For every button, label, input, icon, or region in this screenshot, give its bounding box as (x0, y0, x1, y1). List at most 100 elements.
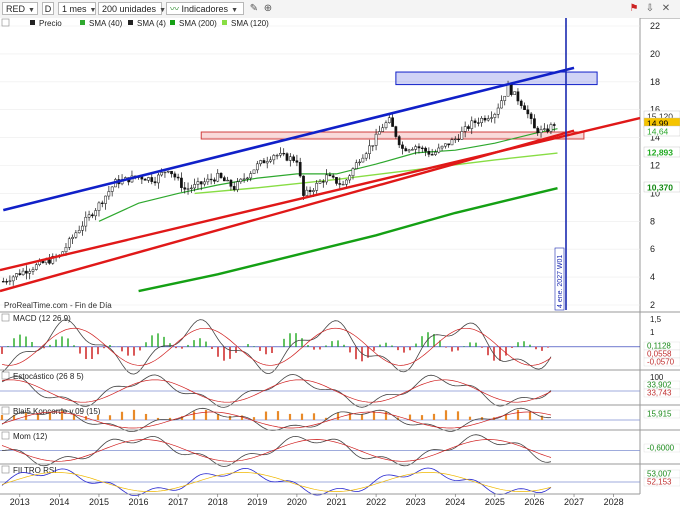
candle-body (503, 95, 507, 101)
price-badge-label: 12,893 (647, 148, 673, 158)
candle-body (509, 84, 513, 95)
candle-body (308, 189, 312, 193)
chevron-down-icon: ▼ (231, 7, 238, 14)
candle-body (166, 170, 170, 173)
panel-title: Mom (12) (13, 432, 48, 441)
candle-body (48, 259, 51, 264)
candle-body (170, 170, 173, 175)
candle-body (77, 230, 81, 234)
candle-body (269, 159, 272, 162)
candle-body (288, 156, 292, 161)
candle-body (150, 177, 154, 182)
candle-body (483, 117, 487, 121)
candle-body (64, 247, 68, 253)
candle-body (226, 179, 229, 182)
candle-body (31, 269, 35, 272)
candle-body (351, 168, 355, 177)
candle-body (28, 271, 32, 274)
indicators-icon: 〰 (170, 4, 180, 14)
candle-body (209, 178, 213, 181)
mode-toggle[interactable]: D (42, 2, 54, 15)
candle-body (91, 214, 94, 217)
candle-body (536, 127, 540, 133)
candle-body (467, 126, 470, 129)
candle-body (262, 160, 266, 164)
price-badge-label: 10,370 (647, 183, 673, 193)
candle-body (516, 91, 520, 102)
time-tick-label: 2015 (89, 497, 109, 506)
price-tick-label: 18 (650, 77, 660, 87)
candle-body (387, 117, 391, 123)
candle-body (67, 238, 71, 248)
candle-body (523, 105, 526, 111)
candle-body (246, 177, 249, 180)
symbol-select[interactable]: RED ▼ (2, 2, 38, 15)
candle-body (526, 109, 530, 115)
candle-body (407, 149, 411, 152)
candle-body (222, 177, 226, 182)
time-tick-label: 2027 (564, 497, 584, 506)
candle-body (331, 175, 335, 178)
candle-body (275, 154, 279, 157)
candle-body (107, 191, 111, 197)
candle-body (496, 107, 500, 115)
period-select[interactable]: 1 mes ▼ (58, 2, 96, 15)
close-icon[interactable]: ✕ (660, 3, 672, 15)
legend-sma120-swatch (222, 20, 227, 25)
time-axis: 2013 2014 2015 2016 2017 2018 2019 2020 2021 2022… (10, 494, 624, 506)
candle-body (203, 181, 206, 185)
toolbar: RED ▼ D 1 mes ▼ 200 unidades ▼ 〰 Indicadore… (0, 0, 680, 19)
price-tick-label: 22 (650, 21, 660, 31)
price-badges: 15,12014,9914,6412,89310,370 (643, 110, 680, 193)
candle-body (338, 183, 342, 185)
candle-body (183, 187, 187, 190)
price-panel (0, 18, 640, 310)
candle-body (473, 120, 477, 123)
candle-body (552, 124, 556, 126)
candle-body (272, 155, 276, 161)
time-tick-label: 2026 (524, 497, 544, 506)
alert-icon[interactable]: ⚑ (628, 3, 640, 15)
candle-body (213, 179, 216, 182)
price-tick-label: 12 (650, 161, 660, 171)
candle-body (157, 174, 160, 184)
download-icon[interactable]: ⇩ (644, 3, 656, 15)
candle-body (249, 173, 253, 179)
price-axis-ticks: 222018161412108642 (650, 21, 660, 310)
candle-body (434, 151, 437, 155)
time-tick-label: 2017 (168, 497, 188, 506)
candle-body (104, 195, 107, 204)
candle-body (8, 280, 12, 282)
time-tick-label: 2023 (406, 497, 426, 506)
price-chart[interactable]: Precio SMA (40) SMA (4) SMA (200) SMA (1… (0, 18, 680, 506)
candle-body (440, 145, 444, 149)
candle-body (506, 84, 510, 97)
time-tick-label: 2025 (485, 497, 505, 506)
candle-body (490, 117, 493, 119)
candle-body (216, 172, 220, 182)
candle-body (328, 174, 332, 177)
candle-body (401, 144, 404, 149)
candle-body (397, 136, 401, 146)
price-tick-label: 20 (650, 49, 660, 59)
legend-sma4: SMA (4) (137, 19, 166, 28)
units-select[interactable]: 200 unidades ▼ (98, 2, 166, 15)
crosshair-icon[interactable]: ⊕ (262, 3, 274, 15)
candle-body (285, 153, 289, 161)
legend-sma4-swatch (128, 20, 133, 25)
legend-sma200: SMA (200) (179, 19, 217, 28)
panel-value-label: 15,915 (647, 410, 672, 419)
candle-body (371, 145, 375, 147)
candle-body (470, 120, 474, 129)
draw-tool-icon[interactable]: ✎ (248, 3, 260, 15)
candle-body (546, 128, 549, 132)
candle-body (414, 146, 418, 150)
candle-body (394, 126, 398, 137)
indicators-button[interactable]: 〰 Indicadores ▼ (166, 2, 244, 15)
candle-body (427, 150, 431, 155)
candle-body (279, 152, 282, 156)
panel-checkbox-icon (1, 406, 10, 415)
date-marker-label: 4 ene. 2027 W01 (557, 255, 564, 308)
price-tick-label: 2 (650, 300, 655, 310)
candle-body (147, 177, 150, 181)
